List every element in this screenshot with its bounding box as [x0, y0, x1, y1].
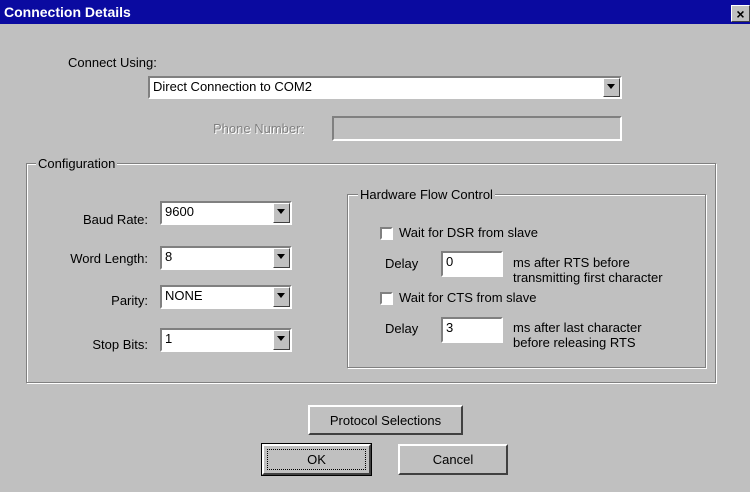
connect-using-select[interactable]: Direct Connection to COM2 — [148, 76, 622, 99]
connect-using-label: Connect Using: — [68, 55, 157, 70]
chevron-down-icon[interactable] — [273, 248, 290, 268]
stop-bits-select[interactable]: 1 — [160, 328, 292, 352]
hardware-flow-title: Hardware Flow Control — [358, 187, 495, 202]
dsr-delay-input[interactable]: 0 — [441, 251, 503, 277]
dsr-desc-line1: ms after RTS before — [513, 255, 630, 270]
parity-label: Parity: — [111, 293, 148, 308]
word-length-label: Word Length: — [70, 251, 148, 266]
dsr-checkbox[interactable] — [380, 227, 393, 240]
parity-select[interactable]: NONE — [160, 285, 292, 309]
cts-label: Wait for CTS from slave — [399, 290, 537, 305]
chevron-down-icon[interactable] — [273, 330, 290, 350]
title-bar: Connection Details — [0, 0, 750, 24]
dsr-delay-label: Delay — [385, 256, 419, 271]
stop-bits-label: Stop Bits: — [92, 337, 148, 352]
phone-number-field[interactable] — [332, 116, 622, 141]
baud-rate-value: 9600 — [165, 204, 194, 219]
connect-using-value: Direct Connection to COM2 — [153, 79, 312, 94]
cts-desc-line1: ms after last character — [513, 320, 642, 335]
focus-rectangle — [267, 449, 366, 470]
baud-rate-label: Baud Rate: — [82, 212, 148, 227]
cts-delay-input[interactable]: 3 — [441, 317, 503, 343]
close-button[interactable]: × — [731, 5, 750, 22]
close-icon: × — [736, 5, 745, 22]
stop-bits-value: 1 — [165, 331, 173, 346]
dsr-label: Wait for DSR from slave — [399, 225, 538, 240]
window-title: Connection Details — [4, 4, 131, 20]
configuration-title: Configuration — [36, 156, 118, 171]
phone-number-label: Phone Number: — [213, 121, 305, 136]
cts-checkbox[interactable] — [380, 292, 393, 305]
cts-delay-description: ms after last character before releasing… — [513, 320, 642, 350]
protocol-selections-button[interactable]: Protocol Selections — [308, 405, 463, 435]
cts-desc-line2: before releasing RTS — [513, 335, 636, 350]
chevron-down-icon[interactable] — [273, 287, 290, 307]
baud-rate-select[interactable]: 9600 — [160, 201, 292, 225]
ok-button[interactable]: OK — [261, 443, 372, 476]
chevron-down-icon[interactable] — [273, 203, 290, 223]
cancel-button[interactable]: Cancel — [398, 444, 508, 475]
parity-value: NONE — [165, 288, 203, 303]
chevron-down-icon[interactable] — [603, 78, 620, 97]
cts-delay-label: Delay — [385, 321, 419, 336]
word-length-select[interactable]: 8 — [160, 246, 292, 270]
word-length-value: 8 — [165, 249, 173, 264]
dsr-desc-line2: transmitting first character — [513, 270, 663, 285]
dsr-delay-description: ms after RTS before transmitting first c… — [513, 255, 663, 285]
